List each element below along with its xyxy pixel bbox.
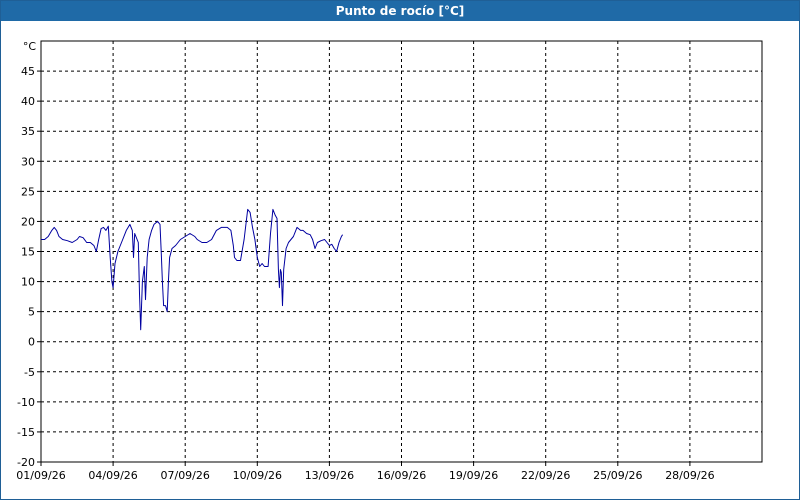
x-tick-label: 22/09/26 [521, 469, 570, 482]
chart-container: -20 -15 -10 -5 0 5 10 15 20 25 30 35 40 45 01/09/26 04/… [1, 22, 799, 499]
chart-window: Punto de rocío [°C] -20 -15 -10 -5 0 5 10 15 20 2… [0, 0, 800, 500]
x-tick-label: 01/09/26 [16, 469, 65, 482]
dew-point-chart: -20 -15 -10 -5 0 5 10 15 20 25 30 35 40 45 01/09/26 04/… [16, 40, 763, 482]
y-tick-label: 0 [28, 336, 35, 349]
x-tick-label: 19/09/26 [449, 469, 498, 482]
x-tick-label: 04/09/26 [88, 469, 137, 482]
y-tick-label: 30 [21, 155, 35, 168]
y-tick-label: 40 [21, 95, 35, 108]
x-tick-label: 16/09/26 [377, 469, 426, 482]
y-tick-label: 45 [21, 65, 35, 78]
y-tick-label: 10 [21, 276, 35, 289]
y-tick-label: 15 [21, 246, 35, 259]
x-tick-label: 13/09/26 [305, 469, 354, 482]
y-tick-label: 20 [21, 215, 35, 228]
x-tick-label: 07/09/26 [160, 469, 209, 482]
y-tick-label: -20 [17, 456, 35, 469]
y-tick-label: 25 [21, 185, 35, 198]
y-tick-label: -10 [17, 396, 35, 409]
y-tick-label: -15 [17, 426, 35, 439]
y-tick-label: 35 [21, 125, 35, 138]
x-tick-label: 10/09/26 [233, 469, 282, 482]
window-title: Punto de rocío [°C] [1, 1, 799, 21]
y-axis-unit-label: °C [23, 40, 37, 53]
x-tick-label: 25/09/26 [593, 469, 642, 482]
y-tick-label: -5 [24, 366, 35, 379]
y-tick-label: 5 [28, 306, 35, 319]
x-tick-label: 28/09/26 [665, 469, 714, 482]
